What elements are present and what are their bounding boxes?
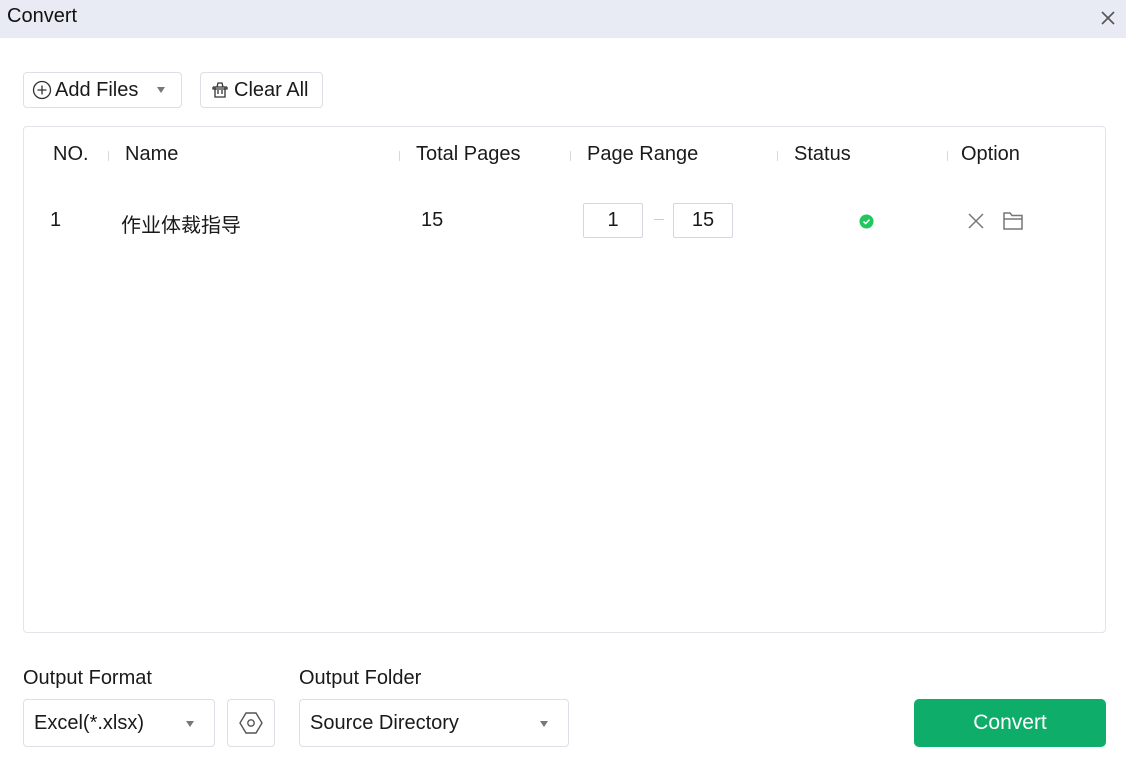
chevron-down-icon[interactable] [157,87,166,93]
file-name: 作业体裁指导 [121,215,241,237]
output-folder-value: Source Directory [310,711,459,734]
remove-icon[interactable] [964,209,988,233]
clear-all-label: Clear All [234,78,309,101]
add-files-label: Add Files [55,78,139,101]
chevron-down-icon [186,721,194,727]
status-success-icon [859,214,874,229]
output-format-select[interactable]: Excel(*.xlsx) [23,699,215,747]
column-separator[interactable] [399,151,400,161]
trash-icon [210,80,230,100]
column-separator[interactable] [570,151,571,161]
format-settings-button[interactable] [227,699,275,747]
output-folder-select[interactable]: Source Directory [299,699,569,747]
output-format-label: Output Format [23,667,152,689]
chevron-down-icon [540,721,548,727]
window-title: Convert [7,5,78,27]
convert-button[interactable]: Convert [914,699,1106,747]
column-separator[interactable] [947,151,948,161]
column-header-no: NO. [53,143,89,165]
column-header-total-pages: Total Pages [416,143,521,165]
add-files-button[interactable]: Add Files [23,72,182,108]
page-range-to-input[interactable]: 15 [673,203,733,238]
clear-all-button[interactable]: Clear All [200,72,323,108]
column-separator[interactable] [108,151,109,161]
row-number: 1 [50,209,62,231]
settings-icon [238,710,264,736]
title-bar: Convert [0,0,1126,38]
open-folder-icon[interactable] [1001,209,1025,233]
output-format-value: Excel(*.xlsx) [34,711,145,734]
column-header-option: Option [961,143,1020,165]
column-header-page-range: Page Range [587,143,699,165]
output-folder-label: Output Folder [299,667,422,689]
total-pages: 15 [421,209,444,231]
close-icon[interactable] [1096,6,1120,30]
column-separator[interactable] [777,151,778,161]
file-table: NO. Name Total Pages Page Range Status O… [23,126,1106,633]
plus-circle-icon [32,80,52,100]
column-header-name: Name [125,143,179,165]
column-header-status: Status [794,143,851,165]
range-dash [654,219,664,220]
page-range-from-input[interactable]: 1 [583,203,643,238]
